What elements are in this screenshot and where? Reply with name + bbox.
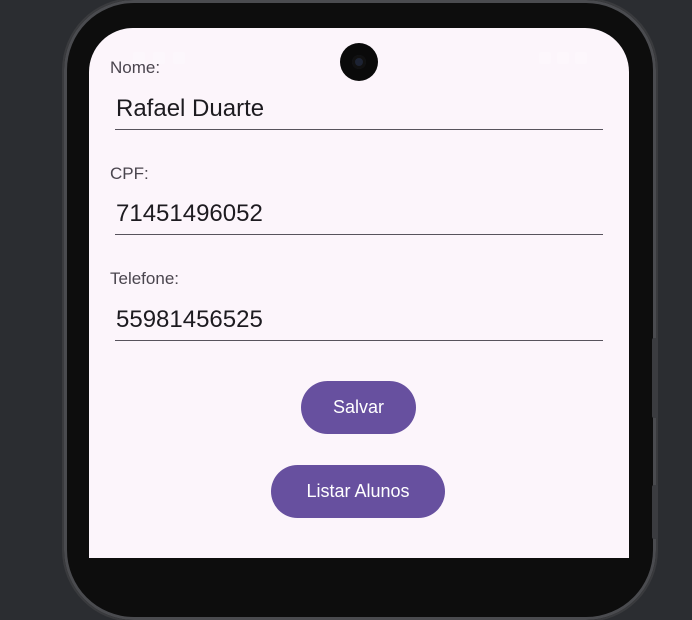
signal-icon xyxy=(557,52,569,64)
cpf-label: CPF: xyxy=(110,164,149,183)
status-bar xyxy=(89,28,629,90)
telefone-label: Telefone: xyxy=(110,269,179,288)
front-camera xyxy=(340,43,378,81)
salvar-button[interactable]: Salvar xyxy=(301,381,416,434)
wifi-icon xyxy=(539,52,551,64)
status-icons-right xyxy=(539,52,587,64)
cpf-input[interactable]: 71451496052 xyxy=(115,194,603,235)
telefone-input[interactable]: 55981456525 xyxy=(115,300,603,341)
listar-alunos-button[interactable]: Listar Alunos xyxy=(271,465,445,518)
battery-icon xyxy=(575,52,587,64)
phone-power-button xyxy=(652,338,658,418)
nome-input[interactable]: Rafael Duarte xyxy=(115,89,603,130)
nome-label: Nome: xyxy=(110,58,161,77)
sd-card-icon xyxy=(173,52,185,64)
phone-volume-button xyxy=(652,485,658,539)
app-screen: Nome: Rafael Duarte CPF: 71451496052 Tel… xyxy=(89,28,629,558)
